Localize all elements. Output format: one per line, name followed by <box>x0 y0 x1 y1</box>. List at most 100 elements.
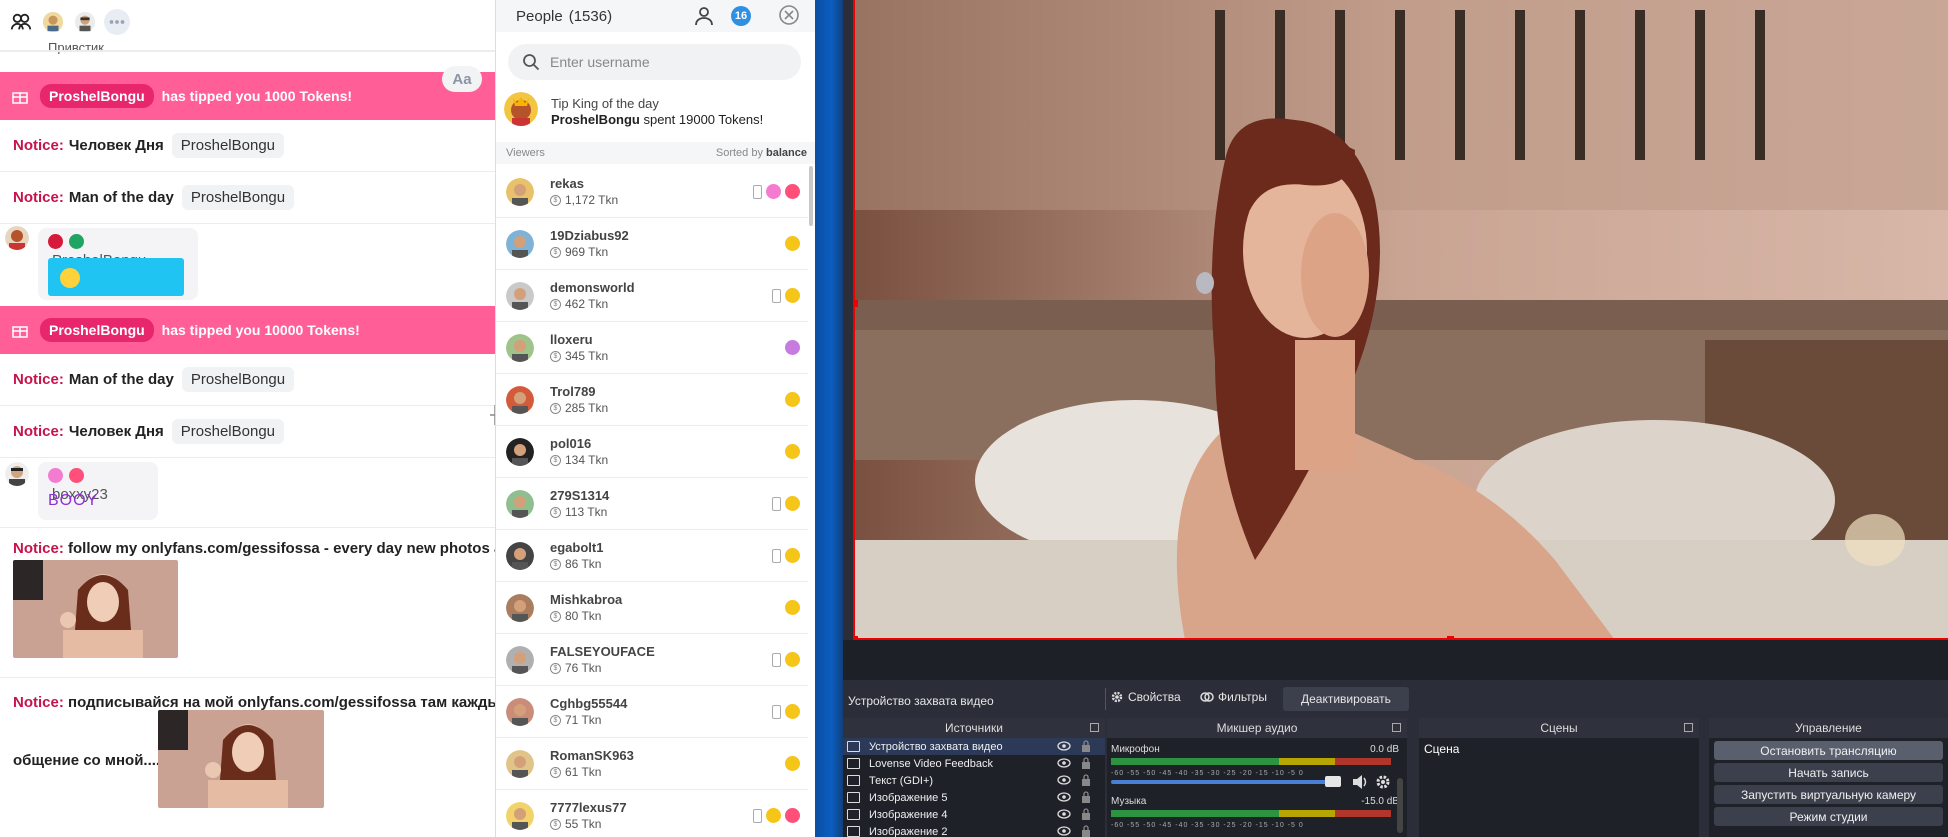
avatar-icon[interactable] <box>72 9 98 35</box>
viewer-name[interactable]: FALSEYOUFACE <box>550 644 655 659</box>
source-item[interactable]: Устройство захвата видео <box>843 738 1105 755</box>
avatar[interactable] <box>506 386 534 414</box>
deactivate-button[interactable]: Деактивировать <box>1283 687 1409 711</box>
tip-king-user[interactable]: ProshelBongu <box>551 112 640 127</box>
visibility-eye-icon[interactable] <box>1057 826 1071 836</box>
avatar[interactable] <box>506 646 534 674</box>
speaker-icon[interactable] <box>1351 774 1369 790</box>
avatar[interactable] <box>506 178 534 206</box>
avatar[interactable] <box>506 802 534 830</box>
viewer-row[interactable]: RomanSK963 $61 Tkn <box>496 738 808 790</box>
source-item[interactable]: Lovense Video Feedback <box>843 755 1105 772</box>
viewer-row[interactable]: FALSEYOUFACE $76 Tkn <box>496 634 808 686</box>
viewer-name[interactable]: 19Dziabus92 <box>550 228 629 243</box>
avatar[interactable] <box>506 438 534 466</box>
viewer-name[interactable]: lloxeru <box>550 332 593 347</box>
sort-control[interactable]: Sorted by balance <box>716 147 807 159</box>
undock-icon[interactable] <box>1392 723 1401 732</box>
viewer-name[interactable]: RomanSK963 <box>550 748 634 763</box>
viewer-name[interactable]: demonsworld <box>550 280 635 295</box>
viewer-row[interactable]: lloxeru $345 Tkn <box>496 322 808 374</box>
viewer-badges <box>772 496 800 511</box>
font-size-button[interactable]: Aa <box>442 66 482 92</box>
viewer-row[interactable]: Trol789 $285 Tkn <box>496 374 808 426</box>
visibility-eye-icon[interactable] <box>1057 741 1071 751</box>
viewer-row[interactable]: pol016 $134 Tkn <box>496 426 808 478</box>
avatar[interactable] <box>506 282 534 310</box>
visibility-eye-icon[interactable] <box>1057 809 1071 819</box>
avatar-icon[interactable] <box>40 9 66 35</box>
viewer-row[interactable]: Mishkabroa $80 Tkn <box>496 582 808 634</box>
avatar[interactable] <box>504 92 538 126</box>
viewer-name[interactable]: egabolt1 <box>550 540 603 555</box>
avatar[interactable] <box>506 698 534 726</box>
source-item[interactable]: Изображение 4 <box>843 806 1105 823</box>
group-icon[interactable] <box>8 9 34 35</box>
volume-slider-knob[interactable] <box>1325 776 1341 787</box>
avatar[interactable] <box>506 594 534 622</box>
viewer-name[interactable]: 7777lexus77 <box>550 800 627 815</box>
source-item[interactable]: Изображение 2 <box>843 823 1105 837</box>
gear-icon[interactable] <box>1375 774 1391 790</box>
lock-icon[interactable] <box>1081 808 1091 820</box>
avatar[interactable] <box>506 230 534 258</box>
lock-icon[interactable] <box>1081 774 1091 786</box>
avatar[interactable] <box>506 490 534 518</box>
viewer-row[interactable]: 279S1314 $113 Tkn <box>496 478 808 530</box>
scrollbar[interactable] <box>809 166 813 226</box>
scrollbar[interactable] <box>1397 778 1403 833</box>
close-icon[interactable] <box>778 4 800 26</box>
viewer-row[interactable]: egabolt1 $86 Tkn <box>496 530 808 582</box>
search-input[interactable] <box>550 54 790 70</box>
more-icon[interactable] <box>104 9 130 35</box>
lock-icon[interactable] <box>1081 825 1091 837</box>
avatar[interactable] <box>506 334 534 362</box>
viewer-row[interactable]: rekas $1,172 Tkn <box>496 166 808 218</box>
avatar[interactable] <box>506 542 534 570</box>
viewer-name[interactable]: pol016 <box>550 436 591 451</box>
viewer-row[interactable]: Cghbg55544 $71 Tkn <box>496 686 808 738</box>
lock-icon[interactable] <box>1081 757 1091 769</box>
username-chip[interactable]: ProshelBongu <box>181 185 295 210</box>
tip-username[interactable]: ProshelBongu <box>40 318 154 342</box>
filters-button[interactable]: Фильтры <box>1200 690 1267 704</box>
count-badge[interactable]: 16 <box>731 6 751 26</box>
undock-icon[interactable] <box>1684 723 1693 732</box>
username-chip[interactable]: ProshelBongu <box>181 367 295 392</box>
username-chip[interactable]: ProshelBongu <box>171 133 284 158</box>
visibility-eye-icon[interactable] <box>1057 775 1071 785</box>
start-virtual-camera-button[interactable]: Запустить виртуальную камеру <box>1714 785 1943 804</box>
properties-button[interactable]: Свойства <box>1110 690 1181 704</box>
lock-icon[interactable] <box>1081 740 1091 752</box>
volume-slider[interactable] <box>1111 780 1331 784</box>
viewer-name[interactable]: 279S1314 <box>550 488 609 503</box>
video-preview[interactable] <box>853 0 1948 640</box>
photo-thumbnail[interactable] <box>13 560 178 658</box>
visibility-eye-icon[interactable] <box>1057 792 1071 802</box>
viewer-name[interactable]: Trol789 <box>550 384 596 399</box>
stop-streaming-button[interactable]: Остановить трансляцию <box>1714 741 1943 760</box>
viewer-name[interactable]: rekas <box>550 176 584 191</box>
photo-thumbnail[interactable] <box>158 710 324 808</box>
visibility-eye-icon[interactable] <box>1057 758 1071 768</box>
username-chip[interactable]: ProshelBongu <box>171 419 284 444</box>
viewer-row[interactable]: 19Dziabus92 $969 Tkn <box>496 218 808 270</box>
token-icon: $ <box>550 662 561 674</box>
source-item[interactable]: Текст (GDI+) <box>843 772 1105 789</box>
undock-icon[interactable] <box>1090 723 1099 732</box>
viewer-row[interactable]: demonsworld $462 Tkn <box>496 270 808 322</box>
viewer-name[interactable]: Cghbg55544 <box>550 696 627 711</box>
scene-item[interactable]: Сцена <box>1419 738 1699 760</box>
start-recording-button[interactable]: Начать запись <box>1714 763 1943 782</box>
studio-mode-button[interactable]: Режим студии <box>1714 807 1943 826</box>
tip-username[interactable]: ProshelBongu <box>40 84 154 108</box>
person-icon[interactable] <box>692 4 716 28</box>
avatar[interactable] <box>506 750 534 778</box>
source-item[interactable]: Изображение 5 <box>843 789 1105 806</box>
viewer-row[interactable]: 7777lexus77 $55 Tkn <box>496 790 808 837</box>
transform-handle[interactable] <box>855 300 858 307</box>
viewer-name[interactable]: Mishkabroa <box>550 592 622 607</box>
avatar[interactable] <box>5 462 29 486</box>
avatar[interactable] <box>5 226 29 250</box>
lock-icon[interactable] <box>1081 791 1091 803</box>
